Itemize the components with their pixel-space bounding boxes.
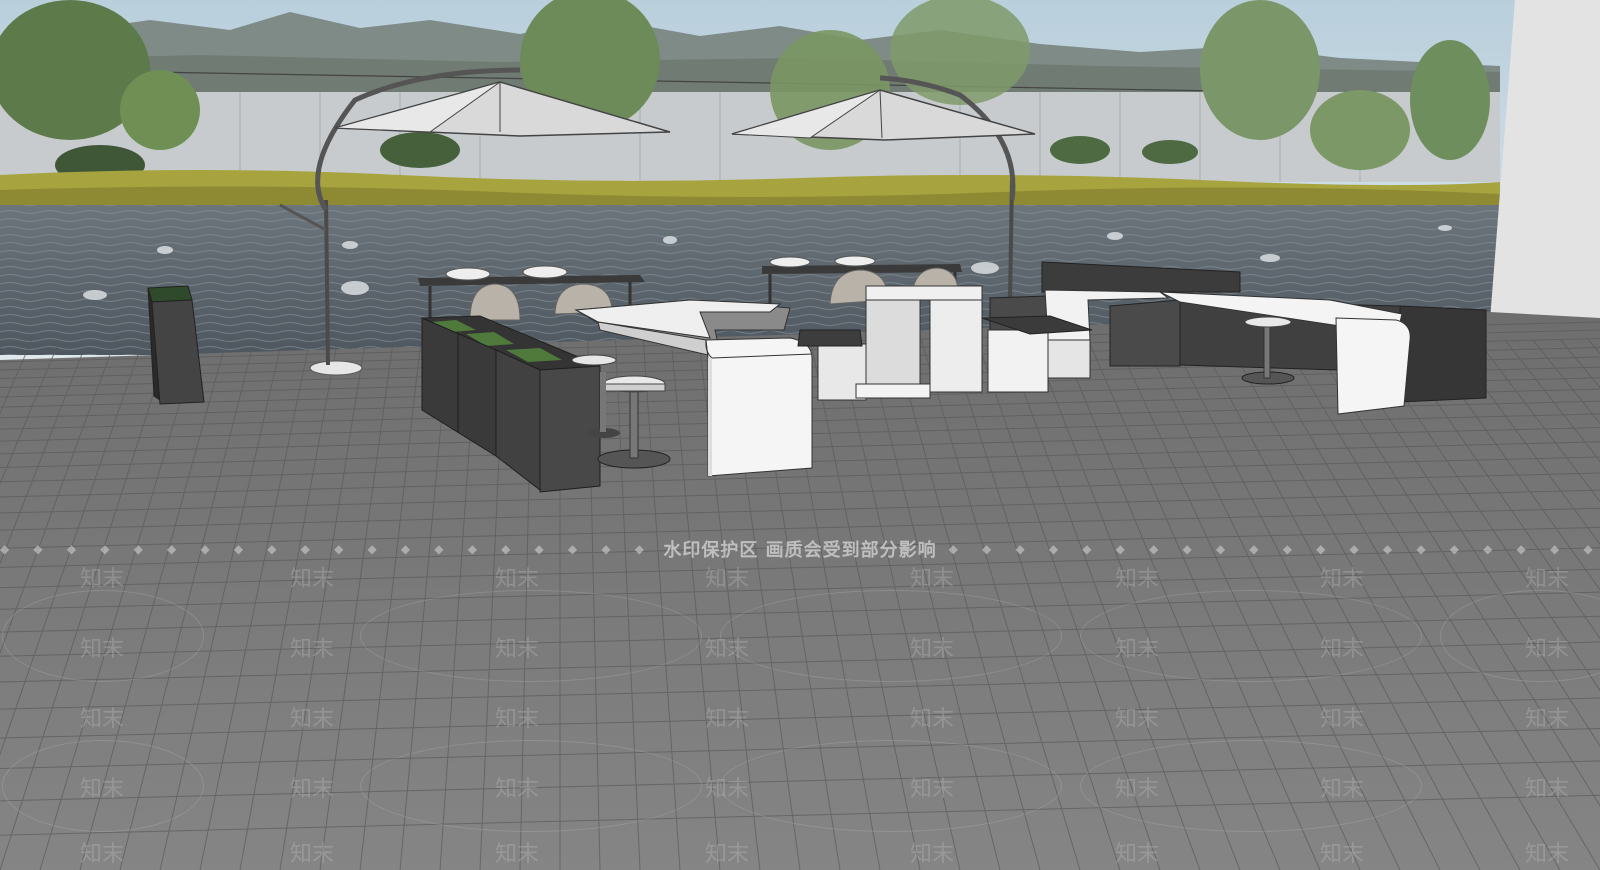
- watermark-dots-right: ◆ ◆ ◆ ◆ ◆ ◆ ◆ ◆ ◆ ◆ ◆ ◆ ◆ ◆ ◆ ◆ ◆ ◆ ◆ ◆ …: [948, 542, 1600, 556]
- watermark-banner: ◆ ◆ ◆ ◆ ◆ ◆ ◆ ◆ ◆ ◆ ◆ ◆ ◆ ◆ ◆ ◆ ◆ ◆ ◆ ◆ …: [0, 538, 1600, 561]
- watermark-dots-left: ◆ ◆ ◆ ◆ ◆ ◆ ◆ ◆ ◆ ◆ ◆ ◆ ◆ ◆ ◆ ◆ ◆ ◆ ◆ ◆ …: [0, 542, 652, 556]
- watermark-banner-text: 水印保护区 画质会受到部分影响: [663, 540, 937, 561]
- sketchup-rooftop-terrace-render: 知末 知末 知末 知末 知末 知末 知末 知末 知末 知末 知末 知末 知末 知末 知末 知末 知末 知末 知末 知末…: [0, 0, 1600, 870]
- scene-drawing: [0, 0, 1600, 870]
